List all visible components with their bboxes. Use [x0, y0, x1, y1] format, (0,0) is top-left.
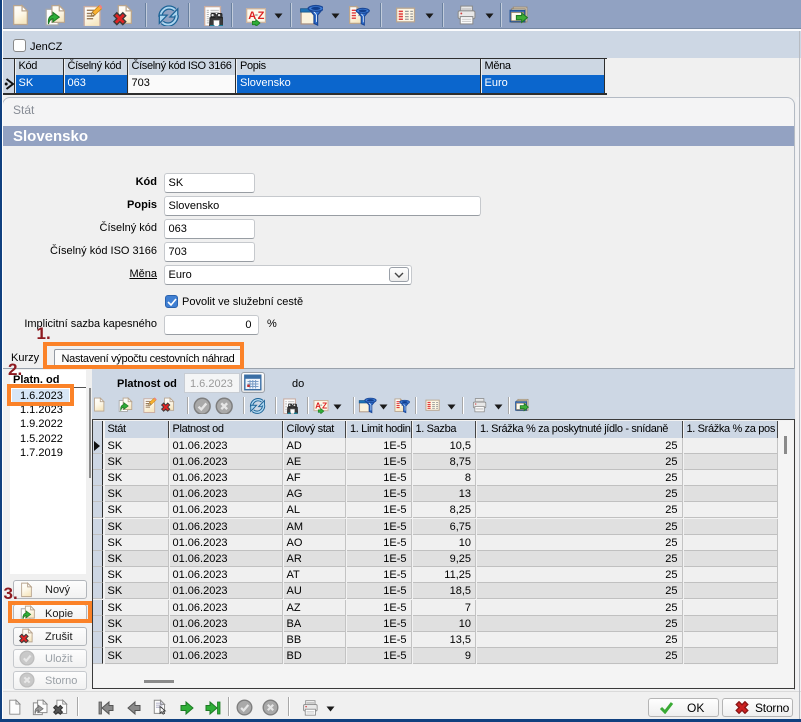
svg-text:A: A [248, 10, 256, 22]
svg-text:Z: Z [258, 10, 265, 22]
svg-text:A: A [315, 401, 321, 410]
svg-text:Z: Z [322, 401, 327, 410]
